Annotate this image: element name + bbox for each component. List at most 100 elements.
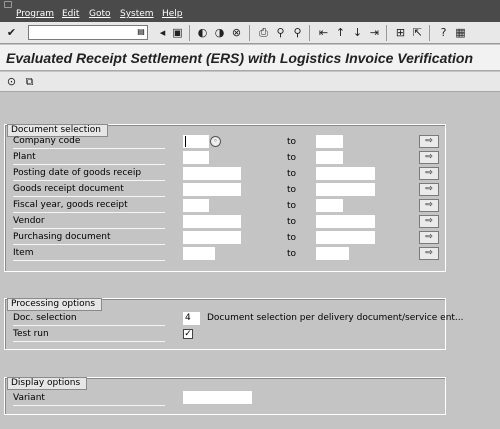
posting-date-multiple-selection-button[interactable]: ⇨ [419,167,439,180]
test-run-label: Test run [13,329,49,339]
toolbar-separator [249,25,250,41]
execute-icon[interactable]: ⊙ [5,75,18,88]
back-icon[interactable]: ◐ [196,26,209,39]
possible-entries-icon[interactable]: ◦ [210,136,221,147]
plant-multiple-selection-button[interactable]: ⇨ [419,151,439,164]
fiscal-year-multiple-selection-button[interactable]: ⇨ [419,199,439,212]
doc-selection-label: Doc. selection [13,313,77,323]
label-underline [13,148,165,149]
menu-help[interactable]: Help [162,9,183,19]
toolbar-separator [309,25,310,41]
label-underline [13,405,165,406]
goods-receipt-document-label: Goods receipt document [13,184,124,194]
checkmark-icon: ✓ [184,329,192,339]
label-underline [13,196,165,197]
company-code-multiple-selection-button[interactable]: ⇨ [419,135,439,148]
vendor-to-input[interactable] [316,215,375,228]
arrow-right-icon: ⇨ [425,184,433,194]
fiscal-year-from-input[interactable] [183,199,209,212]
posting-date-label: Posting date of goods receip [13,168,142,178]
item-multiple-selection-button[interactable]: ⇨ [419,247,439,260]
toolbar-separator [386,25,387,41]
item-from-input[interactable] [183,247,215,260]
application-toolbar: ⊙ ⧉ [0,72,500,92]
goods-receipt-document-from-input[interactable] [183,183,241,196]
plant-label: Plant [13,152,36,162]
cancel-icon[interactable]: ⊗ [230,26,243,39]
back-arrow-icon[interactable]: ◂ [156,26,169,39]
command-history-icon[interactable]: ▤ [136,27,146,38]
processing-options-group: Processing options [4,298,446,350]
exit-icon[interactable]: ◑ [213,26,226,39]
vendor-from-input[interactable] [183,215,241,228]
item-to-input[interactable] [316,247,349,260]
command-field[interactable]: ▤ [28,25,148,40]
toolbar-separator [429,25,430,41]
company-code-label: Company code [13,136,81,146]
posting-date-to-input[interactable] [316,167,375,180]
purchasing-document-to-input[interactable] [316,231,375,244]
menu-program[interactable]: Program [16,9,54,19]
vendor-label: Vendor [13,216,45,226]
variants-icon[interactable]: ⧉ [23,75,36,88]
item-to-label: to [287,249,297,259]
next-page-icon[interactable]: ↓ [351,26,364,39]
company-code-from-input[interactable] [183,135,209,148]
goods-receipt-document-to-input[interactable] [316,183,375,196]
shortcut-icon[interactable]: ⇱ [411,26,424,39]
label-underline [13,228,165,229]
label-underline [13,212,165,213]
variant-input[interactable] [183,391,252,404]
purchasing-document-label: Purchasing document [13,232,111,242]
doc-selection-description: Document selection per delivery document… [207,313,464,323]
print-icon[interactable]: ⎙ [257,26,270,39]
checkmark-icon[interactable]: ✔ [5,26,18,39]
arrow-right-icon: ⇨ [425,136,433,146]
posting-date-to-label: to [287,169,297,179]
test-run-checkbox[interactable]: ✓ [183,329,193,339]
goods-receipt-document-to-label: to [287,185,297,195]
menu-bar: Program Edit Goto System Help [0,0,500,22]
item-label: Item [13,248,34,258]
layout-icon[interactable]: ▦ [454,26,467,39]
label-underline [13,341,165,342]
goods-receipt-document-multiple-selection-button[interactable]: ⇨ [419,183,439,196]
arrow-right-icon: ⇨ [425,232,433,242]
processing-options-title: Processing options [7,298,103,311]
previous-page-icon[interactable]: ↑ [334,26,347,39]
fiscal-year-to-label: to [287,201,297,211]
label-underline [13,164,165,165]
menu-system[interactable]: System [120,9,154,19]
label-underline [13,260,165,261]
company-code-to-label: to [287,137,297,147]
find-icon[interactable]: ⚲ [274,26,287,39]
first-page-icon[interactable]: ⇤ [317,26,330,39]
menu-edit[interactable]: Edit [62,9,79,19]
posting-date-from-input[interactable] [183,167,241,180]
title-bar: Evaluated Receipt Settlement (ERS) with … [0,45,500,71]
plant-to-label: to [287,153,297,163]
label-underline [13,244,165,245]
menu-goto[interactable]: Goto [89,9,111,19]
variant-label: Variant [13,393,45,403]
company-code-to-input[interactable] [316,135,343,148]
arrow-right-icon: ⇨ [425,248,433,258]
arrow-right-icon: ⇨ [425,200,433,210]
plant-from-input[interactable] [183,151,209,164]
new-session-icon[interactable]: ⊞ [394,26,407,39]
plant-to-input[interactable] [316,151,343,164]
label-underline [13,325,165,326]
find-next-icon[interactable]: ⚲ [291,26,304,39]
save-icon[interactable]: ▣ [171,26,184,39]
fiscal-year-to-input[interactable] [316,199,343,212]
last-page-icon[interactable]: ⇥ [368,26,381,39]
purchasing-document-multiple-selection-button[interactable]: ⇨ [419,231,439,244]
vendor-multiple-selection-button[interactable]: ⇨ [419,215,439,228]
fiscal-year-label: Fiscal year, goods receipt [13,200,128,210]
help-icon[interactable]: ? [437,26,450,39]
purchasing-document-from-input[interactable] [183,231,241,244]
doc-selection-input[interactable]: 4 [183,312,200,325]
text-cursor [185,136,186,147]
sap-window-icon[interactable] [4,1,12,8]
display-options-title: Display options [7,377,88,390]
